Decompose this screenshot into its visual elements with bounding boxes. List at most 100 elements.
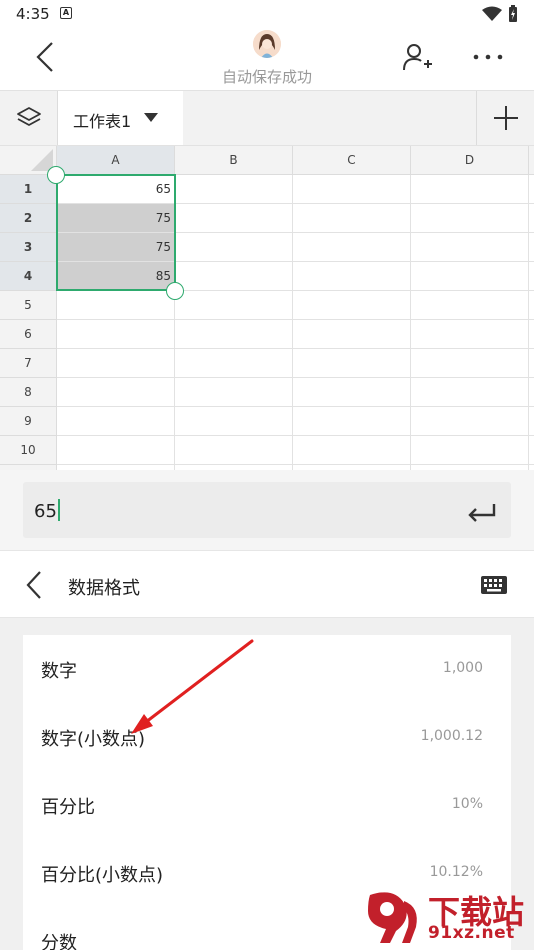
keyboard-icon[interactable] — [480, 575, 508, 595]
column-header-b[interactable]: B — [175, 146, 293, 175]
cell-b5[interactable] — [175, 291, 293, 320]
more-icon[interactable] — [470, 46, 506, 68]
text-caret — [57, 499, 60, 521]
cell-d3[interactable] — [411, 233, 529, 262]
cell-d7[interactable] — [411, 349, 529, 378]
layers-icon — [17, 107, 41, 126]
cell-d4[interactable] — [411, 262, 529, 291]
sheet-tab-bar: 工作表1 — [0, 90, 534, 146]
cell-b2[interactable] — [175, 204, 293, 233]
cell-b1[interactable] — [175, 175, 293, 204]
cell-a9[interactable] — [57, 407, 175, 436]
cell-c8[interactable] — [293, 378, 411, 407]
cell-e2[interactable] — [529, 204, 534, 233]
format-option-number[interactable]: 数字 1,000 — [23, 635, 511, 703]
cell-d1[interactable] — [411, 175, 529, 204]
cell-c5[interactable] — [293, 291, 411, 320]
cell-b10[interactable] — [175, 436, 293, 465]
cell-d6[interactable] — [411, 320, 529, 349]
row-header-6[interactable]: 6 — [0, 320, 57, 349]
cell-d10[interactable] — [411, 436, 529, 465]
cell-a4[interactable]: 85 — [57, 262, 175, 291]
row-header-7[interactable]: 7 — [0, 349, 57, 378]
option-label: 百分比 — [41, 797, 95, 818]
cell-e10[interactable] — [529, 436, 534, 465]
add-sheet-button[interactable] — [476, 91, 534, 145]
cell-d5[interactable] — [411, 291, 529, 320]
cell-c1[interactable] — [293, 175, 411, 204]
cell-d9[interactable] — [411, 407, 529, 436]
status-time: 4:35 — [16, 5, 50, 23]
row-header-10[interactable]: 10 — [0, 436, 57, 465]
cell-c10[interactable] — [293, 436, 411, 465]
option-label: 分数 — [41, 933, 77, 950]
format-option-percent[interactable]: 百分比 10% — [23, 771, 511, 839]
cell-a6[interactable] — [57, 320, 175, 349]
cell-c7[interactable] — [293, 349, 411, 378]
row-header-2[interactable]: 2 — [0, 204, 57, 233]
cell-e4[interactable] — [529, 262, 534, 291]
column-header-c[interactable]: C — [293, 146, 411, 175]
watermark: 下载站 91xz.net — [356, 883, 534, 950]
avatar[interactable] — [253, 30, 281, 58]
cell-d8[interactable] — [411, 378, 529, 407]
save-status: 自动保存成功 — [221, 68, 312, 86]
row-header-3[interactable]: 3 — [0, 233, 57, 262]
cell-a7[interactable] — [57, 349, 175, 378]
cell-a5[interactable] — [57, 291, 175, 320]
avatar-illustration-icon — [253, 30, 281, 58]
cell-edit-value: 65 — [34, 499, 60, 522]
cell-b4[interactable] — [175, 262, 293, 291]
column-header-e[interactable] — [529, 146, 534, 175]
tab-sheet-1[interactable]: 工作表1 — [58, 91, 183, 145]
cell-e1[interactable] — [529, 175, 534, 204]
cell-e5[interactable] — [529, 291, 534, 320]
add-user-icon[interactable] — [400, 40, 434, 74]
row-header-5[interactable]: 5 — [0, 291, 57, 320]
watermark-url: 91xz.net — [428, 923, 515, 943]
notification-icon: A — [60, 7, 72, 19]
cell-b7[interactable] — [175, 349, 293, 378]
cell-c9[interactable] — [293, 407, 411, 436]
option-label: 数字(小数点) — [41, 729, 146, 750]
cell-d2[interactable] — [411, 204, 529, 233]
row-header-9[interactable]: 9 — [0, 407, 57, 436]
cell-a1[interactable]: 65 — [57, 175, 175, 204]
cell-b6[interactable] — [175, 320, 293, 349]
cell-e8[interactable] — [529, 378, 534, 407]
cell-a8[interactable] — [57, 378, 175, 407]
cell-a10[interactable] — [57, 436, 175, 465]
plus-icon — [494, 106, 518, 130]
cell-e9[interactable] — [529, 407, 534, 436]
cell-b9[interactable] — [175, 407, 293, 436]
cell-b3[interactable] — [175, 233, 293, 262]
wifi-icon — [482, 6, 502, 21]
watermark-logo-icon — [368, 892, 417, 943]
row-header-4[interactable]: 4 — [0, 262, 57, 291]
option-sample: 10.12% — [429, 864, 483, 880]
cell-c4[interactable] — [293, 262, 411, 291]
sheets-list-button[interactable] — [0, 91, 58, 145]
spreadsheet-grid[interactable]: A B C D 1 2 3 4 5 6 7 8 9 10 65 75 75 85 — [0, 146, 534, 470]
cell-e3[interactable] — [529, 233, 534, 262]
cell-a3[interactable]: 75 — [57, 233, 175, 262]
format-option-number-decimal[interactable]: 数字(小数点) 1,000.12 — [23, 703, 511, 771]
row-header-8[interactable]: 8 — [0, 378, 57, 407]
cell-c3[interactable] — [293, 233, 411, 262]
enter-icon[interactable] — [466, 500, 498, 524]
back-arrow-icon[interactable] — [22, 569, 48, 601]
cell-a2[interactable]: 75 — [57, 204, 175, 233]
format-panel-title: 数据格式 — [68, 578, 140, 599]
cell-e7[interactable] — [529, 349, 534, 378]
cell-b8[interactable] — [175, 378, 293, 407]
cell-c6[interactable] — [293, 320, 411, 349]
cell-e6[interactable] — [529, 320, 534, 349]
column-header-d[interactable]: D — [411, 146, 529, 175]
selection-start-handle[interactable] — [47, 166, 65, 184]
selection-end-handle[interactable] — [166, 282, 184, 300]
option-sample: 1,000.12 — [420, 728, 483, 744]
dropdown-caret-icon[interactable] — [144, 113, 158, 122]
column-header-a[interactable]: A — [57, 146, 175, 175]
cell-edit-input[interactable]: 65 — [23, 482, 511, 538]
cell-c2[interactable] — [293, 204, 411, 233]
